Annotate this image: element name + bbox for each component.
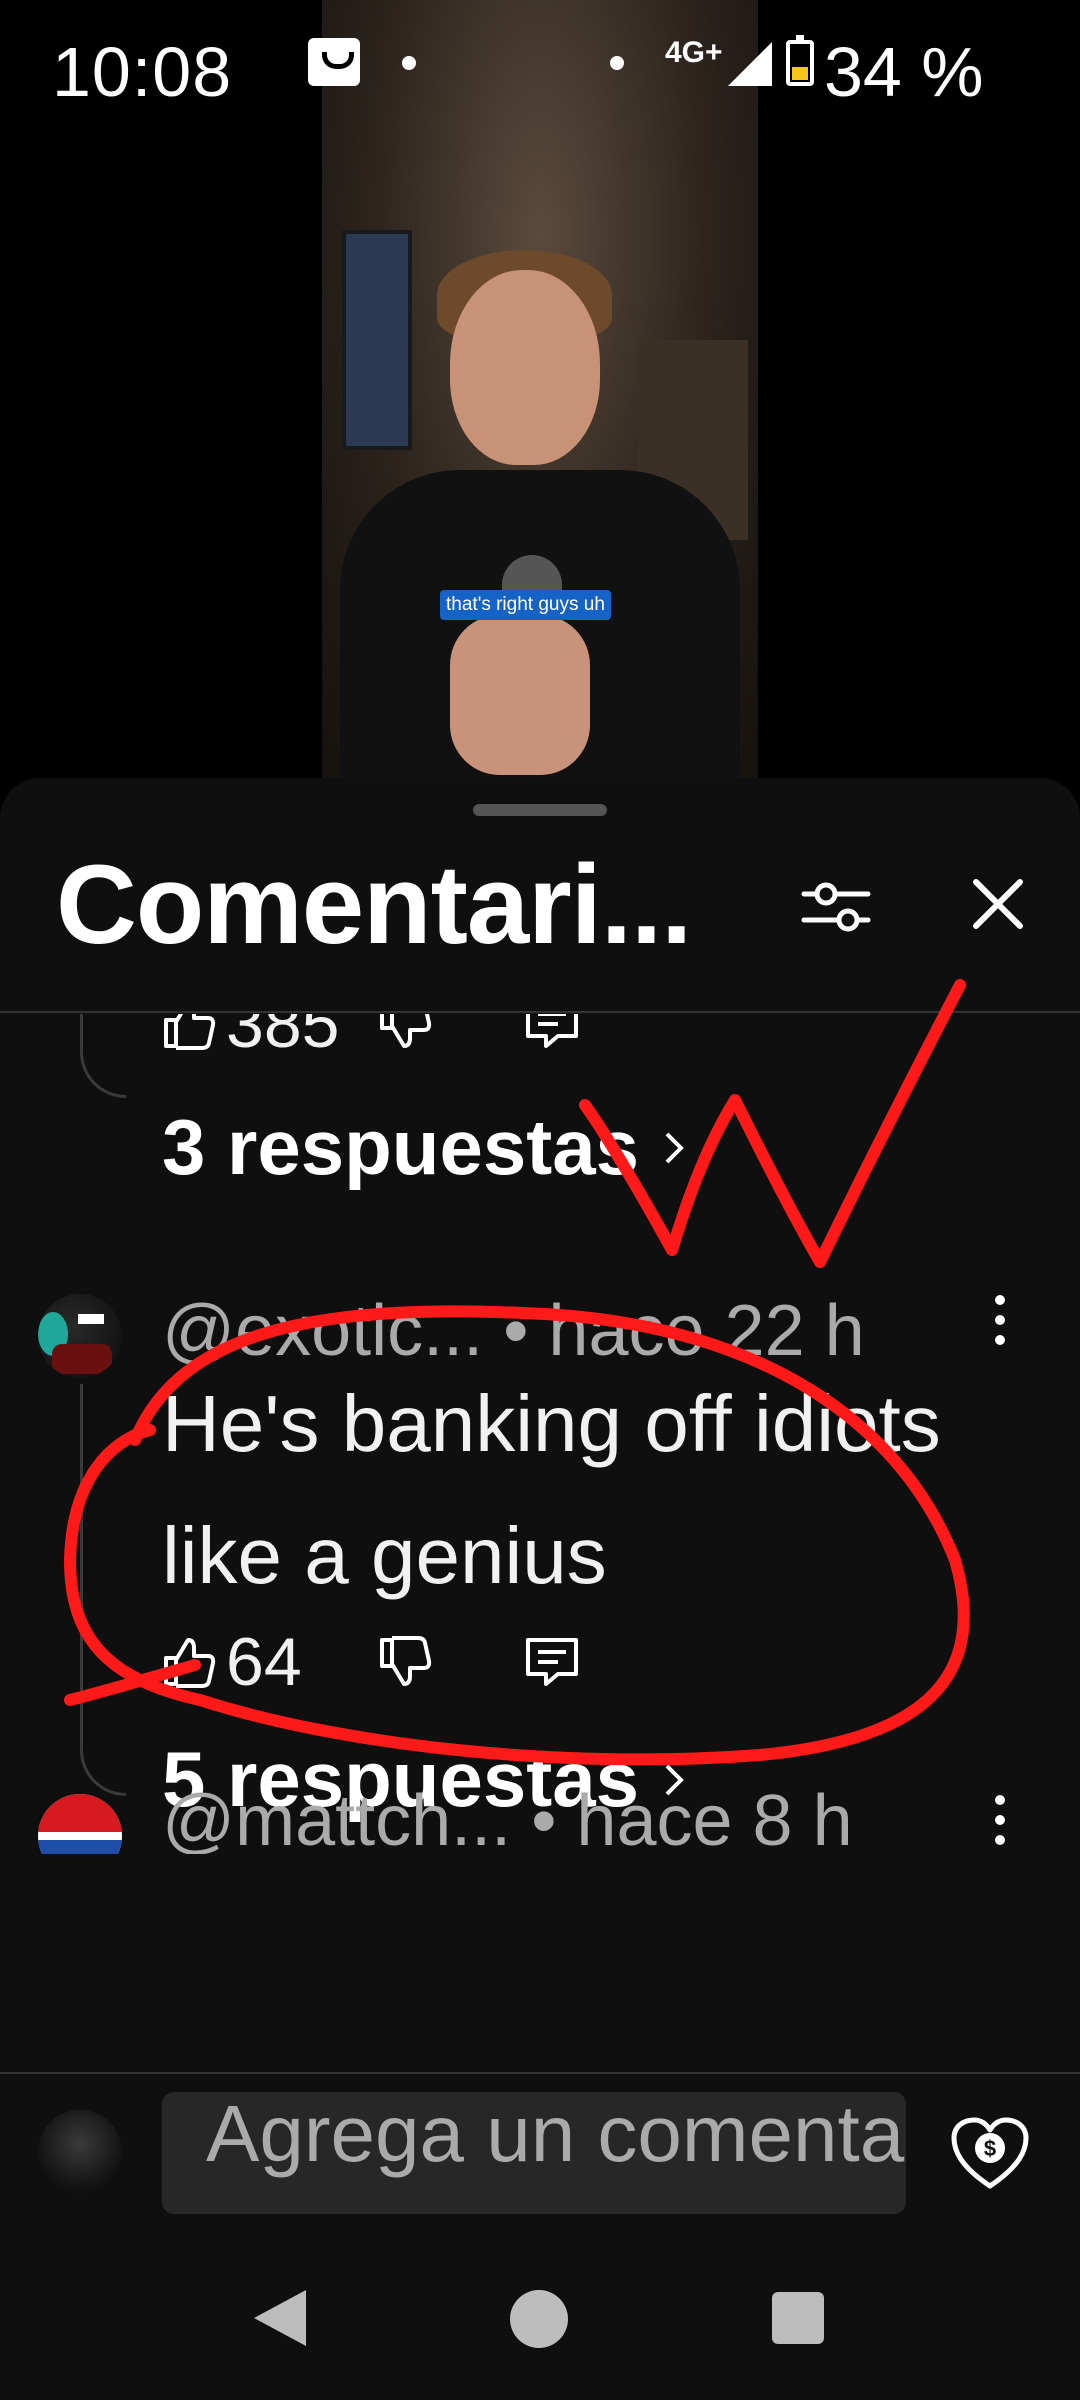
heart-dollar-icon[interactable]: $	[950, 2116, 1030, 2192]
thread-line	[80, 1014, 126, 1098]
comment-author[interactable]: @mattch...	[162, 1781, 511, 1854]
notification-dot-icon	[610, 56, 624, 70]
comment-actions: 385	[160, 1014, 582, 1062]
reply-icon[interactable]	[522, 1634, 582, 1690]
more-options-icon[interactable]	[990, 1290, 1010, 1350]
signal-icon	[728, 42, 772, 86]
notification-dot-icon	[402, 56, 416, 70]
comment-input[interactable]: Agrega un comentario...	[162, 2092, 906, 2214]
system-nav-bar	[0, 2230, 1080, 2400]
recent-apps-icon[interactable]	[772, 2292, 824, 2344]
svg-text:$: $	[984, 2136, 996, 2161]
sheet-title: Comentari...	[56, 842, 692, 967]
thumbs-up-icon[interactable]	[160, 1014, 216, 1052]
network-type: 4G+	[665, 36, 723, 69]
like-count: 385	[226, 1014, 340, 1062]
avatar[interactable]	[38, 1794, 122, 1854]
thumbs-down-icon[interactable]	[376, 1634, 432, 1690]
drag-handle[interactable]	[473, 804, 607, 816]
replies-button[interactable]: 3 respuestas	[162, 1102, 689, 1193]
sliders-icon[interactable]	[800, 876, 872, 936]
home-icon[interactable]	[510, 2290, 568, 2348]
header-divider	[0, 1011, 1080, 1013]
comments-list[interactable]: 385 3 respuestas @exotic... • hace 22 h …	[0, 1014, 1080, 1854]
comment-placeholder: Agrega un comentario...	[206, 2092, 906, 2178]
battery-icon	[786, 35, 814, 86]
comment-text: He's banking off idiots like a genius	[162, 1379, 941, 1600]
chevron-right-icon	[665, 1132, 684, 1163]
thumbs-down-icon[interactable]	[376, 1014, 432, 1052]
back-icon[interactable]	[254, 2290, 306, 2346]
more-options-icon[interactable]	[990, 1790, 1010, 1850]
video-caption: that's right guys uh	[440, 590, 611, 620]
close-icon[interactable]	[968, 874, 1028, 934]
shopping-bag-icon	[308, 38, 360, 86]
comment-actions: 64	[160, 1624, 582, 1700]
reply-icon[interactable]	[522, 1014, 582, 1052]
battery-fill	[792, 67, 808, 80]
comment-time: • hace 8 h	[531, 1781, 853, 1854]
thumbs-up-icon[interactable]	[160, 1634, 216, 1690]
battery-percent: 34 %	[824, 33, 984, 111]
status-time: 10:08	[52, 33, 233, 111]
comments-sheet: Comentari... 385 3 respuestas @exotic...…	[0, 778, 1080, 2400]
replies-label: 3 respuestas	[162, 1103, 639, 1191]
status-bar: 10:08 4G+ 34 %	[0, 0, 1080, 120]
user-avatar	[38, 2110, 122, 2194]
avatar[interactable]	[38, 1294, 122, 1378]
comment-meta: @mattch... • hace 8 h	[162, 1780, 853, 1854]
thread-line	[80, 1384, 126, 1796]
like-count: 64	[226, 1624, 302, 1700]
person-head	[450, 270, 600, 465]
wall-picture	[342, 230, 412, 450]
person-hand	[450, 615, 590, 775]
